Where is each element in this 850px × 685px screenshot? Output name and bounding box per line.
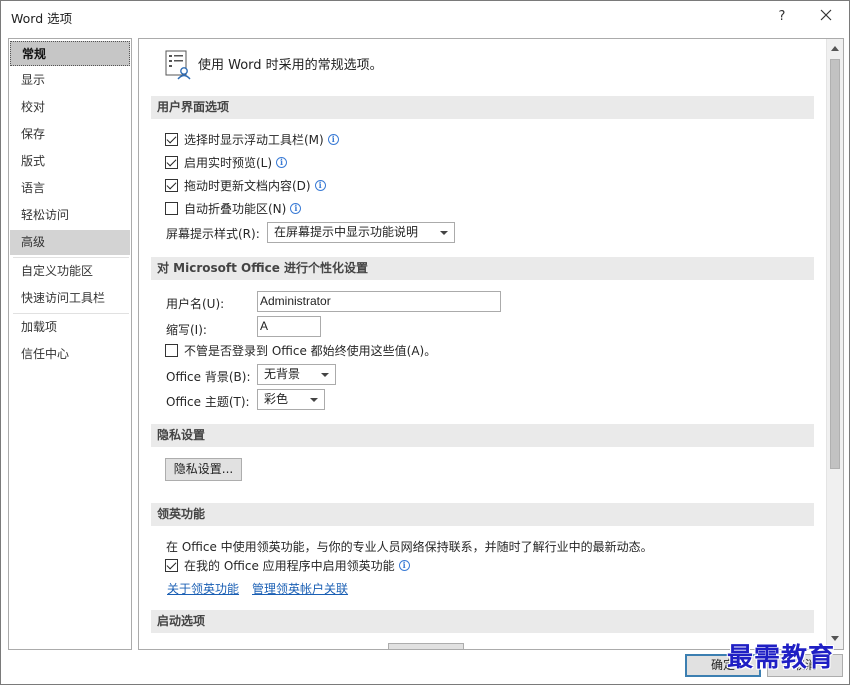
sidebar-item-quick-access-toolbar[interactable]: 快速访问工具栏 (10, 286, 130, 311)
screentip-style-value: 在屏幕提示中显示功能说明 (274, 225, 419, 239)
option-collapse-ribbon[interactable]: 自动折叠功能区(N) i (165, 199, 302, 217)
sidebar-item-language[interactable]: 语言 (10, 176, 130, 201)
enable-linkedin-checkbox[interactable] (165, 558, 178, 572)
username-label: 用户名(U): (166, 297, 225, 311)
sidebar-item-addins[interactable]: 加载项 (10, 315, 130, 340)
initials-label: 缩写(I): (166, 323, 207, 337)
office-background-label: Office 背景(B): (166, 370, 251, 384)
mini-toolbar-label: 选择时显示浮动工具栏(M) (184, 132, 324, 147)
option-enable-linkedin[interactable]: 在我的 Office 应用程序中启用领英功能 i (165, 556, 410, 574)
linkedin-description: 在 Office 中使用领英功能，与你的专业人员网络保持联系，并随时了解行业中的… (166, 540, 653, 554)
chevron-down-icon (440, 231, 448, 235)
office-background-value: 无背景 (264, 367, 301, 381)
section-ui-options: 用户界面选项 (151, 96, 814, 119)
chevron-down-icon (310, 398, 318, 402)
sidebar-item-display[interactable]: 显示 (10, 68, 130, 93)
options-sidebar: 常规 显示 校对 保存 版式 语言 轻松访问 高级 自定义功能区 快速访问工具栏… (8, 38, 132, 650)
section-startup: 启动选项 (151, 610, 814, 633)
info-icon: i (327, 133, 339, 145)
sidebar-item-accessibility[interactable]: 轻松访问 (10, 203, 130, 228)
collapse-ribbon-checkbox[interactable] (165, 201, 178, 215)
collapse-ribbon-label: 自动折叠功能区(N) (184, 201, 287, 216)
info-icon: i (314, 179, 326, 191)
office-background-dropdown[interactable]: 无背景 (257, 364, 336, 385)
update-on-drag-label: 拖动时更新文档内容(D) (184, 178, 311, 193)
live-preview-checkbox[interactable] (165, 155, 178, 169)
info-icon: i (398, 559, 410, 571)
office-theme-value: 彩色 (264, 392, 289, 406)
close-icon (820, 9, 832, 21)
option-live-preview[interactable]: 启用实时预览(L) i (165, 153, 288, 171)
info-icon: i (290, 202, 302, 214)
office-theme-dropdown[interactable]: 彩色 (257, 389, 325, 410)
sidebar-divider (13, 257, 129, 258)
screentip-style-label: 屏幕提示样式(R): (166, 227, 260, 241)
sidebar-item-proofing[interactable]: 校对 (10, 95, 130, 120)
section-linkedin: 领英功能 (151, 503, 814, 526)
help-button[interactable]: ? (772, 7, 792, 27)
startup-button[interactable] (388, 643, 464, 649)
privacy-settings-button[interactable]: 隐私设置... (165, 458, 242, 481)
scroll-up-button[interactable] (827, 41, 843, 57)
initials-field[interactable]: A (257, 316, 321, 337)
screentip-style-dropdown[interactable]: 在屏幕提示中显示功能说明 (267, 222, 455, 243)
sidebar-divider (13, 313, 129, 314)
option-always-use-values[interactable]: 不管是否登录到 Office 都始终使用这些值(A)。 (165, 341, 436, 359)
office-theme-label: Office 主题(T): (166, 395, 250, 409)
about-linkedin-link[interactable]: 关于领英功能 (167, 580, 239, 597)
enable-linkedin-label: 在我的 Office 应用程序中启用领英功能 (184, 558, 395, 573)
always-use-values-label: 不管是否登录到 Office 都始终使用这些值(A)。 (184, 343, 437, 358)
section-privacy: 隐私设置 (151, 424, 814, 447)
chevron-down-icon (321, 373, 329, 377)
always-use-values-checkbox[interactable] (165, 343, 178, 357)
username-field[interactable]: Administrator (257, 291, 501, 312)
chevron-up-icon (831, 46, 839, 51)
sidebar-item-advanced[interactable]: 高级 (10, 230, 130, 255)
mini-toolbar-checkbox[interactable] (165, 132, 178, 146)
word-options-dialog: Word 选项 ? 常规 显示 校对 保存 版式 语言 轻松访问 高级 自定义功… (0, 0, 850, 685)
sidebar-item-trust-center[interactable]: 信任中心 (10, 342, 130, 367)
section-personalize: 对 Microsoft Office 进行个性化设置 (151, 257, 814, 280)
option-mini-toolbar[interactable]: 选择时显示浮动工具栏(M) i (165, 130, 339, 148)
live-preview-label: 启用实时预览(L) (184, 155, 273, 170)
sidebar-item-customize-ribbon[interactable]: 自定义功能区 (10, 259, 130, 284)
sidebar-item-general[interactable]: 常规 (10, 41, 130, 66)
watermark: 最需教育 (727, 643, 836, 673)
sidebar-item-save[interactable]: 保存 (10, 122, 130, 147)
page-description: 使用 Word 时采用的常规选项。 (198, 58, 383, 73)
options-main-panel: 使用 Word 时采用的常规选项。 用户界面选项 选择时显示浮动工具栏(M) i… (138, 38, 844, 650)
manage-linkedin-link[interactable]: 管理领英帐户关联 (252, 580, 348, 597)
sidebar-item-layout[interactable]: 版式 (10, 149, 130, 174)
option-update-on-drag[interactable]: 拖动时更新文档内容(D) i (165, 176, 326, 194)
close-button[interactable] (813, 5, 839, 27)
general-options-icon (165, 50, 193, 80)
scroll-thumb[interactable] (830, 59, 840, 469)
title-bar: Word 选项 ? (1, 1, 849, 33)
dialog-title: Word 选项 (11, 11, 73, 26)
update-on-drag-checkbox[interactable] (165, 178, 178, 192)
info-icon: i (276, 156, 288, 168)
scrollbar[interactable] (826, 39, 843, 649)
